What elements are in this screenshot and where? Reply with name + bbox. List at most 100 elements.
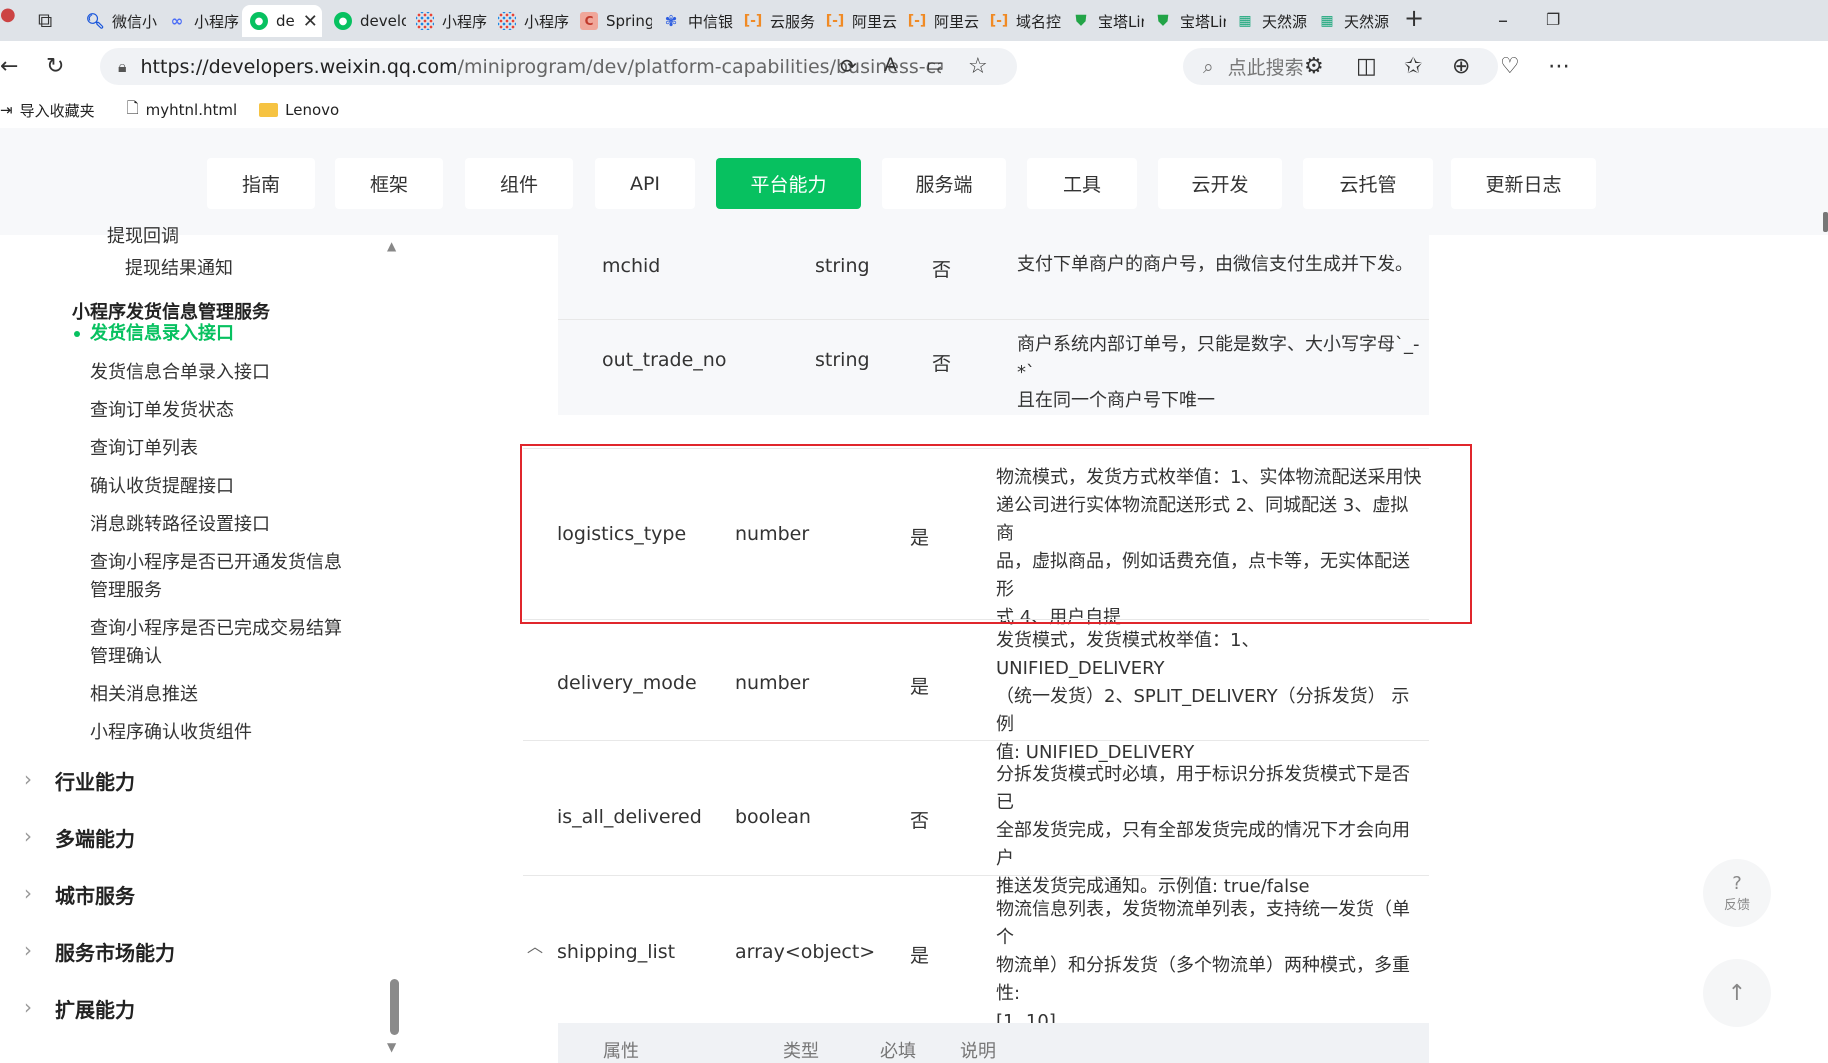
search-bar[interactable]: ⌕ 点此搜索 bbox=[1183, 48, 1498, 85]
app-icon[interactable]: ▭ bbox=[926, 54, 944, 76]
paw-icon: ✾ bbox=[664, 12, 678, 30]
sidebar-section-industry[interactable]: 行业能力 bbox=[55, 768, 135, 796]
nav-components[interactable]: 组件 bbox=[465, 158, 573, 209]
extensions-icon[interactable]: ⚙ bbox=[1304, 54, 1324, 79]
search-icon: ⌕ bbox=[1203, 55, 1214, 78]
browser-tab[interactable]: [-] 云服务 bbox=[736, 5, 816, 37]
browser-tab[interactable]: C Spring bbox=[572, 5, 652, 37]
browser-tab[interactable]: 🔍︎ 微信小 bbox=[78, 5, 158, 37]
browser-tab[interactable]: ✾ 中信银 bbox=[654, 5, 734, 37]
sidebar-item[interactable]: 确认收货提醒接口 bbox=[90, 473, 234, 501]
param-desc: 商户系统内部订单号，只能是数字、大小写字母`_-*` 且在同一个商户号下唯一 bbox=[1017, 334, 1420, 411]
nav-tools[interactable]: 工具 bbox=[1027, 158, 1137, 209]
shield-icon: ⛊ bbox=[1075, 13, 1087, 29]
sidebar-section-multiplatform[interactable]: 多端能力 bbox=[55, 825, 135, 853]
sidebar-item[interactable]: 提现结果通知 bbox=[125, 255, 233, 283]
browser-tab[interactable]: [-] 阿里云 bbox=[818, 5, 898, 37]
browser-tab[interactable]: ▦ 天然源 bbox=[1310, 5, 1390, 37]
translate-icon[interactable]: ⟳ bbox=[840, 54, 857, 78]
browser-tab[interactable]: 小程序 bbox=[490, 5, 570, 37]
tab-actions-icon[interactable]: ⧉ bbox=[38, 8, 52, 32]
import-icon: ⇥ bbox=[0, 101, 13, 119]
scroll-up-icon[interactable]: ▲ bbox=[387, 239, 396, 253]
nav-changelog[interactable]: 更新日志 bbox=[1451, 158, 1596, 209]
read-aloud-icon[interactable]: A bbox=[884, 54, 897, 76]
browser-tab[interactable]: ▦ 天然源 bbox=[1228, 5, 1308, 37]
chevron-right-icon[interactable]: › bbox=[24, 995, 32, 1019]
nav-cloud-dev[interactable]: 云开发 bbox=[1158, 158, 1282, 209]
chevron-right-icon[interactable]: › bbox=[24, 767, 32, 791]
nav-platform-capabilities[interactable]: 平台能力 bbox=[716, 158, 861, 209]
feedback-button[interactable]: ? 反馈 bbox=[1703, 859, 1771, 927]
browser-tab[interactable]: [-] 域名控 bbox=[982, 5, 1062, 37]
search-icon: 🔍︎ bbox=[85, 12, 105, 30]
param-name: mchid bbox=[602, 255, 661, 277]
browser-tab[interactable]: ● develo bbox=[326, 5, 406, 37]
sidebar-item[interactable]: 查询小程序是否已开通发货信息 管理服务 bbox=[90, 549, 342, 605]
sidebar-item[interactable]: 小程序确认收货组件 bbox=[90, 719, 252, 747]
browser-tab[interactable]: 小程序 bbox=[408, 5, 488, 37]
sidebar-item-active[interactable]: 发货信息录入接口 bbox=[90, 320, 234, 348]
nav-cloud-hosting[interactable]: 云托管 bbox=[1303, 158, 1433, 209]
sidebar-item[interactable]: 查询订单列表 bbox=[90, 435, 198, 463]
browser-toolbar: ← ↻ 🔒︎ https://developers.weixin.qq.com/… bbox=[0, 41, 1828, 92]
url-text[interactable]: https://developers.weixin.qq.com/minipro… bbox=[141, 56, 941, 78]
favorite-star-icon[interactable]: ☆ bbox=[968, 54, 988, 79]
favorites-icon[interactable]: ✩ bbox=[1404, 54, 1422, 79]
nav-framework[interactable]: 框架 bbox=[335, 158, 443, 209]
browser-tab[interactable]: ⛊宝塔Lin bbox=[1064, 5, 1144, 37]
new-tab-icon[interactable]: + bbox=[1404, 4, 1424, 32]
sidebar-item[interactable]: 提现回调 bbox=[107, 223, 179, 251]
question-icon: ? bbox=[1732, 873, 1742, 894]
browser-tab-active[interactable]: ● de ✕ bbox=[242, 5, 322, 37]
bookmark-myhtnl[interactable]: 🗋 myhtnl.html bbox=[127, 98, 238, 123]
back-arrow-icon[interactable]: ← bbox=[0, 54, 18, 79]
maximize-icon[interactable]: ❐ bbox=[1546, 10, 1560, 29]
sidebar-section-market[interactable]: 服务市场能力 bbox=[55, 939, 175, 967]
collections-icon[interactable]: ⊕ bbox=[1452, 54, 1470, 79]
nav-guide[interactable]: 指南 bbox=[207, 158, 315, 209]
aliyun-icon: [-] bbox=[989, 13, 1009, 29]
chevron-right-icon[interactable]: › bbox=[24, 938, 32, 962]
nav-server[interactable]: 服务端 bbox=[882, 158, 1006, 209]
profile-icon[interactable]: ● bbox=[0, 4, 16, 25]
param-required: 是 bbox=[910, 945, 930, 967]
browser-tab[interactable]: ∞ 小程序 bbox=[160, 5, 240, 37]
chevron-up-icon[interactable]: ︿ bbox=[527, 933, 543, 957]
param-required: 否 bbox=[932, 353, 952, 375]
top-nav: 指南 框架 组件 API 平台能力 服务端 工具 云开发 云托管 更新日志 bbox=[0, 128, 1828, 235]
sidebar-item[interactable]: 相关消息推送 bbox=[90, 681, 198, 709]
back-to-top-button[interactable]: ↑ bbox=[1703, 959, 1771, 1027]
page-scrollbar[interactable] bbox=[1823, 212, 1828, 232]
scroll-down-icon[interactable]: ▼ bbox=[387, 1040, 396, 1054]
nav-api[interactable]: API bbox=[595, 158, 695, 209]
shield-icon: ⛊ bbox=[1157, 13, 1169, 29]
chevron-right-icon[interactable]: › bbox=[24, 824, 32, 848]
sidebar-item[interactable]: 消息跳转路径设置接口 bbox=[90, 511, 270, 539]
minimize-icon[interactable]: – bbox=[1498, 8, 1508, 32]
param-table: mchid string 否 支付下单商户的商户号，由微信支付生成并下发。 ou… bbox=[405, 235, 1828, 1063]
bookmark-lenovo[interactable]: Lenovo bbox=[259, 101, 339, 119]
sidebar-scrollbar-thumb[interactable] bbox=[390, 979, 399, 1035]
sidebar-section-city[interactable]: 城市服务 bbox=[55, 882, 135, 910]
bookmark-import[interactable]: ⇥ 导入收藏夹 bbox=[0, 100, 95, 121]
browser-tab[interactable]: [-] 阿里云 bbox=[900, 5, 980, 37]
sidebar-item[interactable]: 发货信息合单录入接口 bbox=[90, 359, 270, 387]
sidebar-item[interactable]: 查询订单发货状态 bbox=[90, 397, 234, 425]
split-screen-icon[interactable]: ◫ bbox=[1356, 54, 1377, 79]
param-name: delivery_mode bbox=[557, 672, 697, 694]
aliyun-icon: [-] bbox=[825, 13, 845, 29]
document-icon: 🗋 bbox=[126, 98, 139, 117]
browser-essentials-icon[interactable]: ♡ bbox=[1500, 54, 1520, 79]
close-tab-icon[interactable]: ✕ bbox=[303, 11, 318, 32]
browser-tab[interactable]: ⛊宝塔Lin bbox=[1146, 5, 1226, 37]
more-menu-icon[interactable]: ⋯ bbox=[1548, 54, 1570, 79]
col-header: 说明 bbox=[960, 1041, 996, 1062]
param-name[interactable]: shipping_list bbox=[557, 941, 675, 963]
address-bar[interactable]: 🔒︎ https://developers.weixin.qq.com/mini… bbox=[100, 48, 1017, 85]
sidebar-item[interactable]: 查询小程序是否已完成交易结算 管理确认 bbox=[90, 615, 342, 671]
param-required: 否 bbox=[932, 259, 952, 281]
refresh-icon[interactable]: ↻ bbox=[46, 54, 64, 79]
sidebar-section-extension[interactable]: 扩展能力 bbox=[55, 996, 135, 1024]
chevron-right-icon[interactable]: › bbox=[24, 881, 32, 905]
